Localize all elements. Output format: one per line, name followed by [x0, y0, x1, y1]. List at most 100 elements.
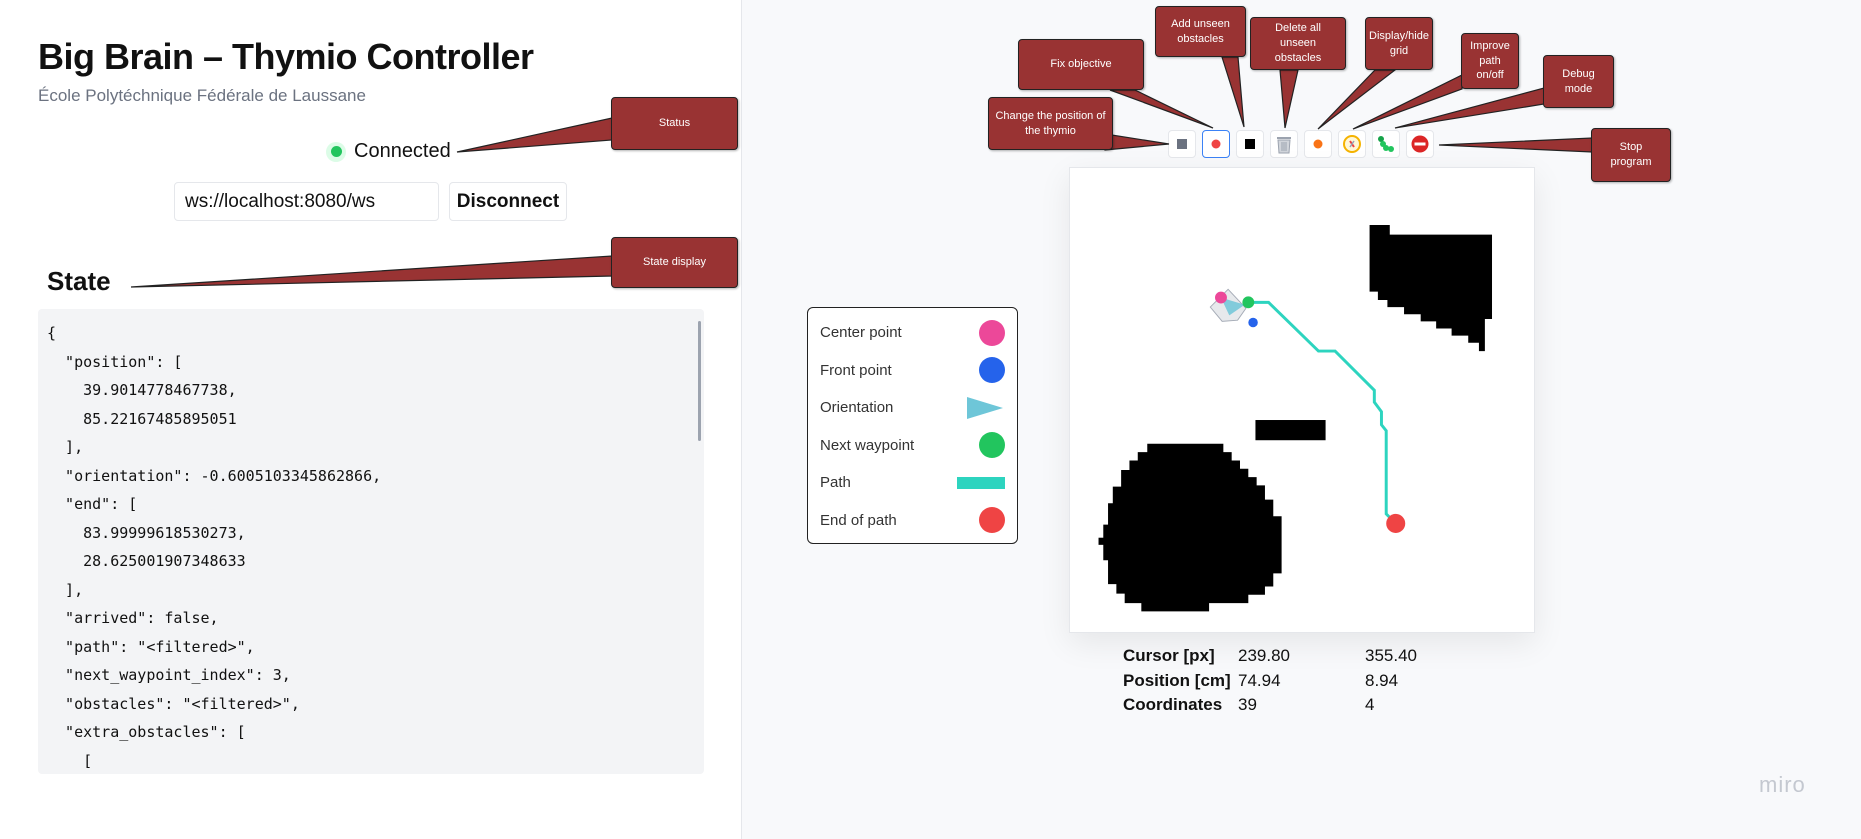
state-line: "path": "<filtered>", — [47, 637, 255, 656]
obstacle — [1098, 537, 1105, 545]
map-canvas[interactable] — [1069, 167, 1535, 633]
end-of-path-icon — [979, 507, 1005, 534]
no-entry-icon — [1411, 135, 1429, 153]
legend-label: Orientation — [820, 399, 894, 417]
legend-label: Path — [820, 474, 851, 492]
center-point-icon — [979, 319, 1005, 346]
readout-position: Position [cm] 74.94 8.94 — [1123, 669, 1417, 694]
legend-label: Next waypoint — [820, 436, 915, 454]
state-scrollbar[interactable] — [698, 321, 701, 441]
map-legend: Center point Front point Orientation Nex… — [807, 307, 1018, 544]
connection-status: Connected — [326, 140, 451, 163]
cursor-readout: Cursor [px] 239.80 355.40 Position [cm] 74.… — [1123, 644, 1417, 718]
readout-y: 355.40 — [1365, 646, 1417, 666]
page-title: Big Brain – Thymio Controller — [38, 36, 534, 77]
gray-square-icon — [1177, 139, 1187, 149]
state-line: 28.625001907348633 — [47, 552, 246, 570]
debug-mode-button[interactable] — [1372, 130, 1400, 158]
map-toolbar — [1168, 130, 1434, 158]
front-point-icon — [979, 357, 1005, 384]
callout-improve-path: Improve path on/off — [1461, 33, 1519, 89]
page-subtitle: École Polytéchnique Fédérale de Laussane — [38, 86, 366, 105]
compass-icon — [1343, 135, 1361, 153]
legend-path: Path — [820, 464, 1005, 502]
readout-label: Cursor [px] — [1123, 646, 1215, 666]
legend-next-waypoint: Next waypoint — [820, 427, 1005, 465]
legend-orientation: Orientation — [820, 389, 1005, 427]
callout-fix-objective: Fix objective — [1018, 39, 1144, 90]
next-waypoint-marker — [1242, 296, 1255, 309]
state-line: "orientation": -0.6005103345862866, — [47, 466, 382, 485]
callout-pointer — [1394, 87, 1545, 129]
legend-front-point: Front point — [820, 352, 1005, 390]
stop-program-button[interactable] — [1406, 130, 1434, 158]
state-line: [ — [47, 751, 93, 770]
orientation-triangle-icon — [967, 396, 1003, 419]
path-swatch-icon — [957, 476, 1005, 489]
legend-label: Front point — [820, 361, 892, 379]
callout-pointer — [1221, 56, 1245, 128]
state-line: 39.9014778467738, — [47, 381, 237, 399]
trash-icon — [1277, 137, 1291, 154]
callout-pointer — [1279, 69, 1299, 129]
readout-y: 8.94 — [1365, 670, 1399, 690]
state-line: "end": [ — [47, 495, 138, 513]
callout-pointer — [1109, 89, 1214, 129]
map-svg — [1098, 225, 1493, 612]
disconnect-button[interactable]: Disconnect — [449, 182, 567, 221]
legend-center-point: Center point — [820, 314, 1005, 352]
state-line: 85.22167485895051 — [47, 409, 237, 428]
red-dot-icon — [1211, 139, 1221, 149]
bug-icon — [1378, 136, 1394, 152]
obstacle — [1255, 420, 1326, 441]
readout-x: 74.94 — [1238, 670, 1281, 690]
status-dot-icon — [326, 141, 346, 162]
callout-add-obstacles: Add unseen obstacles — [1155, 6, 1246, 57]
miro-watermark: miro — [1759, 772, 1806, 797]
improve-path-button[interactable] — [1338, 130, 1366, 158]
callout-pointer — [1438, 137, 1593, 153]
callout-status: Status — [611, 97, 738, 150]
callout-debug: Debug mode — [1543, 55, 1614, 108]
add-obstacles-button[interactable] — [1236, 130, 1264, 158]
state-line: "position": [ — [47, 352, 183, 371]
legend-label: End of path — [820, 511, 897, 529]
legend-end-of-path: End of path — [820, 502, 1005, 540]
next-waypoint-icon — [979, 432, 1005, 459]
orange-dot-icon — [1313, 139, 1323, 149]
delete-obstacles-button[interactable] — [1270, 130, 1298, 158]
readout-label: Position [cm] — [1123, 670, 1231, 690]
black-square-icon — [1245, 139, 1255, 149]
readout-x: 239.80 — [1238, 646, 1290, 666]
callout-state-display: State display — [611, 237, 738, 288]
state-heading: State — [47, 266, 111, 296]
readout-coordinates: Coordinates 39 4 — [1123, 693, 1417, 718]
obstacle — [1103, 443, 1282, 612]
change-position-button[interactable] — [1168, 130, 1196, 158]
callout-pointer — [1352, 74, 1463, 130]
center-point-marker — [1215, 291, 1227, 304]
readout-label: Coordinates — [1123, 695, 1223, 715]
legend-label: Center point — [820, 324, 902, 342]
callout-change-position: Change the position of the thymio — [988, 97, 1113, 150]
state-line: "extra_obstacles": [ — [47, 723, 246, 741]
front-point-marker — [1248, 317, 1258, 328]
state-line: ], — [47, 438, 84, 456]
callout-pointer — [1317, 69, 1397, 130]
state-line: ], — [47, 580, 84, 599]
state-display[interactable]: { "position": [ 39.9014778467738, 85.221… — [38, 309, 704, 774]
websocket-url-input[interactable] — [174, 182, 439, 221]
obstacle — [1369, 225, 1493, 352]
state-line: "next_waypoint_index": 3, — [47, 666, 291, 684]
fix-objective-button[interactable] — [1202, 130, 1230, 158]
status-label: Connected — [354, 140, 451, 162]
state-line: 83.99999618530273, — [47, 523, 246, 542]
callout-grid: Display/hide grid — [1365, 17, 1433, 70]
callout-delete-obstacles: Delete all unseen obstacles — [1250, 17, 1346, 70]
end-of-path-marker — [1386, 513, 1406, 533]
path-line — [1247, 300, 1397, 525]
toggle-grid-button[interactable] — [1304, 130, 1332, 158]
state-line: "arrived": false, — [47, 609, 219, 627]
readout-x: 39 — [1238, 695, 1257, 715]
callout-stop: Stop program — [1591, 128, 1671, 182]
